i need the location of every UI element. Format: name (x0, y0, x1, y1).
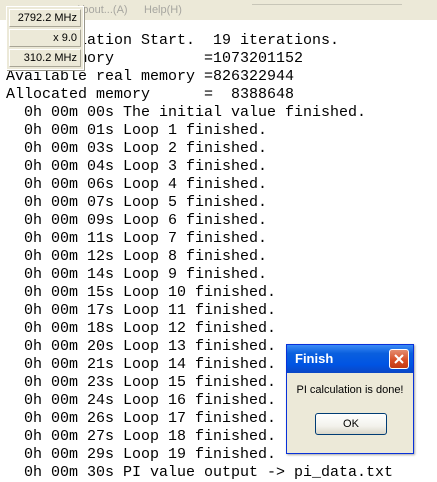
console-line: 0h 00m 24s Loop 16 finished. (6, 392, 277, 409)
console-line: 0h 00m 20s Loop 13 finished. (6, 338, 277, 355)
menu-divider (252, 2, 402, 5)
close-icon (394, 354, 404, 364)
close-button[interactable] (389, 349, 409, 369)
console-line: 0h 00m 18s Loop 12 finished. (6, 320, 277, 337)
dialog-titlebar[interactable]: Finish (287, 345, 413, 373)
cpu-bus-value: 310.2 MHz (9, 49, 81, 67)
dialog-title: Finish (295, 351, 334, 366)
console-line: 0h 00m 12s Loop 8 finished. (6, 248, 268, 265)
console-line: 0h 00m 00s The initial value finished. (6, 104, 367, 121)
console-line: 0h 00m 04s Loop 3 finished. (6, 158, 268, 175)
console-line: 0h 00m 26s Loop 17 finished. (6, 410, 277, 427)
cpu-clock-value: 2792.2 MHz (9, 9, 81, 27)
console-line: Available real memory =826322944 (6, 68, 295, 85)
console-line: 0h 00m 06s Loop 4 finished. (6, 176, 268, 193)
console-line: 0h 00m 15s Loop 10 finished. (6, 284, 277, 301)
console-line: 0h 00m 23s Loop 15 finished. (6, 374, 277, 391)
console-line: 0h 00m 01s Loop 1 finished. (6, 122, 268, 139)
console-line: 0h 00m 07s Loop 5 finished. (6, 194, 268, 211)
ok-button[interactable]: OK (315, 413, 387, 435)
finish-dialog: Finish PI calculation is done! OK (286, 344, 414, 454)
cpu-multiplier-value: x 9.0 (9, 29, 81, 47)
console-line: Allocated memory = 8388648 (6, 86, 295, 103)
console-line: 0h 00m 30s PI value output -> pi_data.tx… (6, 464, 394, 481)
cpu-clock-overlay: 2792.2 MHz x 9.0 310.2 MHz (6, 6, 84, 70)
console-line: 0h 00m 17s Loop 11 finished. (6, 302, 277, 319)
console-line: 0h 00m 09s Loop 6 finished. (6, 212, 268, 229)
console-line: 0h 00m 21s Loop 14 finished. (6, 356, 277, 373)
console-line: 0h 00m 29s Loop 19 finished. (6, 446, 277, 463)
console-line: 0h 00m 11s Loop 7 finished. (6, 230, 268, 247)
console-line: 0h 00m 27s Loop 18 finished. (6, 428, 277, 445)
dialog-message: PI calculation is done! (296, 384, 404, 396)
console-line: 0h 00m 14s Loop 9 finished. (6, 266, 268, 283)
console-line: 0h 00m 03s Loop 2 finished. (6, 140, 268, 157)
menu-help[interactable]: Help(H) (144, 2, 182, 18)
